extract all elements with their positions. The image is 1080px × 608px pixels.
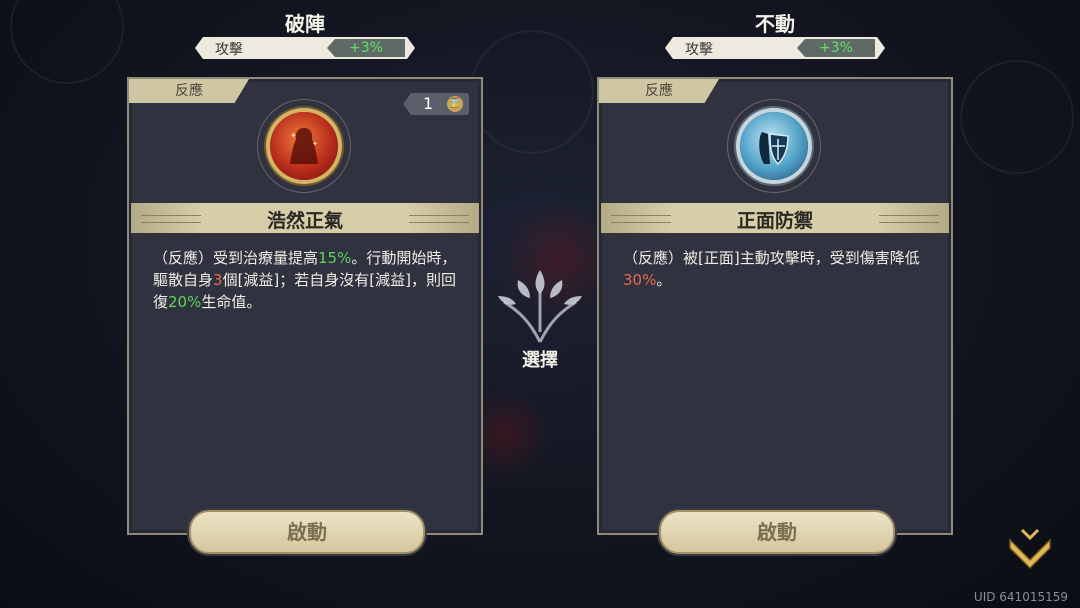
- hourglass-icon: ⌛: [447, 96, 463, 112]
- svg-text:✦: ✦: [290, 131, 297, 140]
- stat-value: +3%: [327, 39, 405, 57]
- stat-value: +3%: [797, 39, 875, 57]
- option-title: 不動: [755, 12, 795, 36]
- value-highlight: 20%: [168, 293, 202, 311]
- skill-emblem-ring: ✦ ✦: [257, 99, 351, 193]
- skill-type-tab: 反應: [129, 79, 249, 103]
- skill-card[interactable]: 反應 正面防禦 （反應）被[正面]主動攻擊時，受到傷害降低30%。 啟動: [597, 77, 953, 554]
- activate-button[interactable]: 啟動: [659, 510, 895, 554]
- skill-card[interactable]: 反應 1 ⌛ ✦ ✦ 浩然正氣 （反應）受到治療量提高15%。行動開始時，驅散自…: [127, 77, 483, 554]
- skill-name: 正面防禦: [736, 210, 813, 232]
- select-label: 選擇: [522, 350, 558, 371]
- tree-emblem-icon: [498, 270, 582, 343]
- skill-emblem-ring: [727, 99, 821, 193]
- skill-description: （反應）被[正面]主動攻擊時，受到傷害降低30%。: [623, 249, 920, 289]
- cost-value: 1: [423, 94, 434, 113]
- skill-name-banner: 浩然正氣: [131, 203, 479, 233]
- skill-name: 浩然正氣: [266, 210, 343, 232]
- value-highlight: 30%: [623, 271, 657, 289]
- cost-badge: 1 ⌛: [403, 93, 469, 115]
- expand-chevron-icon[interactable]: [1002, 520, 1058, 576]
- user-id: UID 641015159: [973, 590, 1068, 604]
- background-ring: [960, 60, 1074, 174]
- skill-description: （反應）受到治療量提高15%。行動開始時，驅散自身3個[減益]；若自身沒有[減益…: [153, 249, 457, 311]
- stat-label: 攻擊: [215, 42, 243, 58]
- healing-figure-icon: ✦ ✦: [270, 112, 338, 180]
- activate-button[interactable]: 啟動: [189, 510, 425, 554]
- background-ring: [10, 0, 124, 84]
- svg-text:✦: ✦: [312, 140, 318, 148]
- value-highlight: 3: [213, 271, 223, 289]
- option-title: 破陣: [285, 12, 325, 36]
- background-ring: [470, 30, 594, 154]
- stat-bar: 攻擊 +3%: [665, 37, 885, 59]
- stat-bar: 攻擊 +3%: [195, 37, 415, 59]
- select-emblem[interactable]: 選擇: [490, 262, 590, 372]
- stat-label: 攻擊: [685, 42, 713, 58]
- shield-figure-icon: [740, 112, 808, 180]
- skill-type-tab: 反應: [599, 79, 719, 103]
- skill-name-banner: 正面防禦: [601, 203, 949, 233]
- value-highlight: 15%: [318, 249, 352, 267]
